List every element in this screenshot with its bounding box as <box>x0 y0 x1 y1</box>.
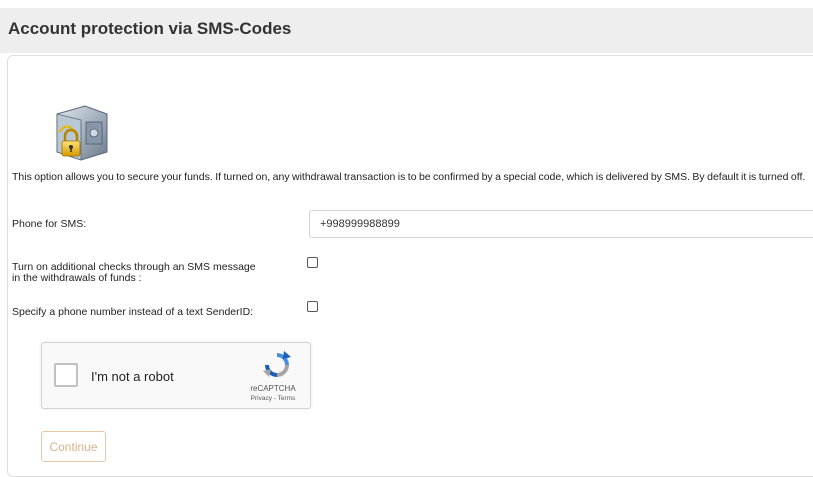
recaptcha-brand: reCAPTCHA <box>250 384 296 393</box>
sender-id-label: Specify a phone number instead of a text… <box>12 306 254 318</box>
page-title: Account protection via SMS-Codes <box>8 19 292 38</box>
phone-input[interactable] <box>309 210 813 238</box>
sender-id-checkbox[interactable] <box>307 301 318 312</box>
recaptcha-checkbox[interactable] <box>54 363 78 387</box>
withdrawal-checks-checkbox[interactable] <box>307 257 318 268</box>
recaptcha-logo-icon <box>263 351 291 377</box>
withdrawal-checks-label: Turn on additional checks through an SMS… <box>12 261 256 284</box>
recaptcha-label: I'm not a robot <box>91 369 174 384</box>
phone-label: Phone for SMS: <box>12 218 87 230</box>
safe-lock-icon <box>56 105 108 161</box>
continue-button[interactable]: Continue <box>41 431 106 462</box>
recaptcha-widget: I'm not a robot reCAPTCHA Privacy - Term… <box>41 342 311 409</box>
page-header: Account protection via SMS-Codes <box>0 8 813 53</box>
description-text: This option allows you to secure your fu… <box>12 171 806 183</box>
recaptcha-links[interactable]: Privacy - Terms <box>237 395 309 402</box>
